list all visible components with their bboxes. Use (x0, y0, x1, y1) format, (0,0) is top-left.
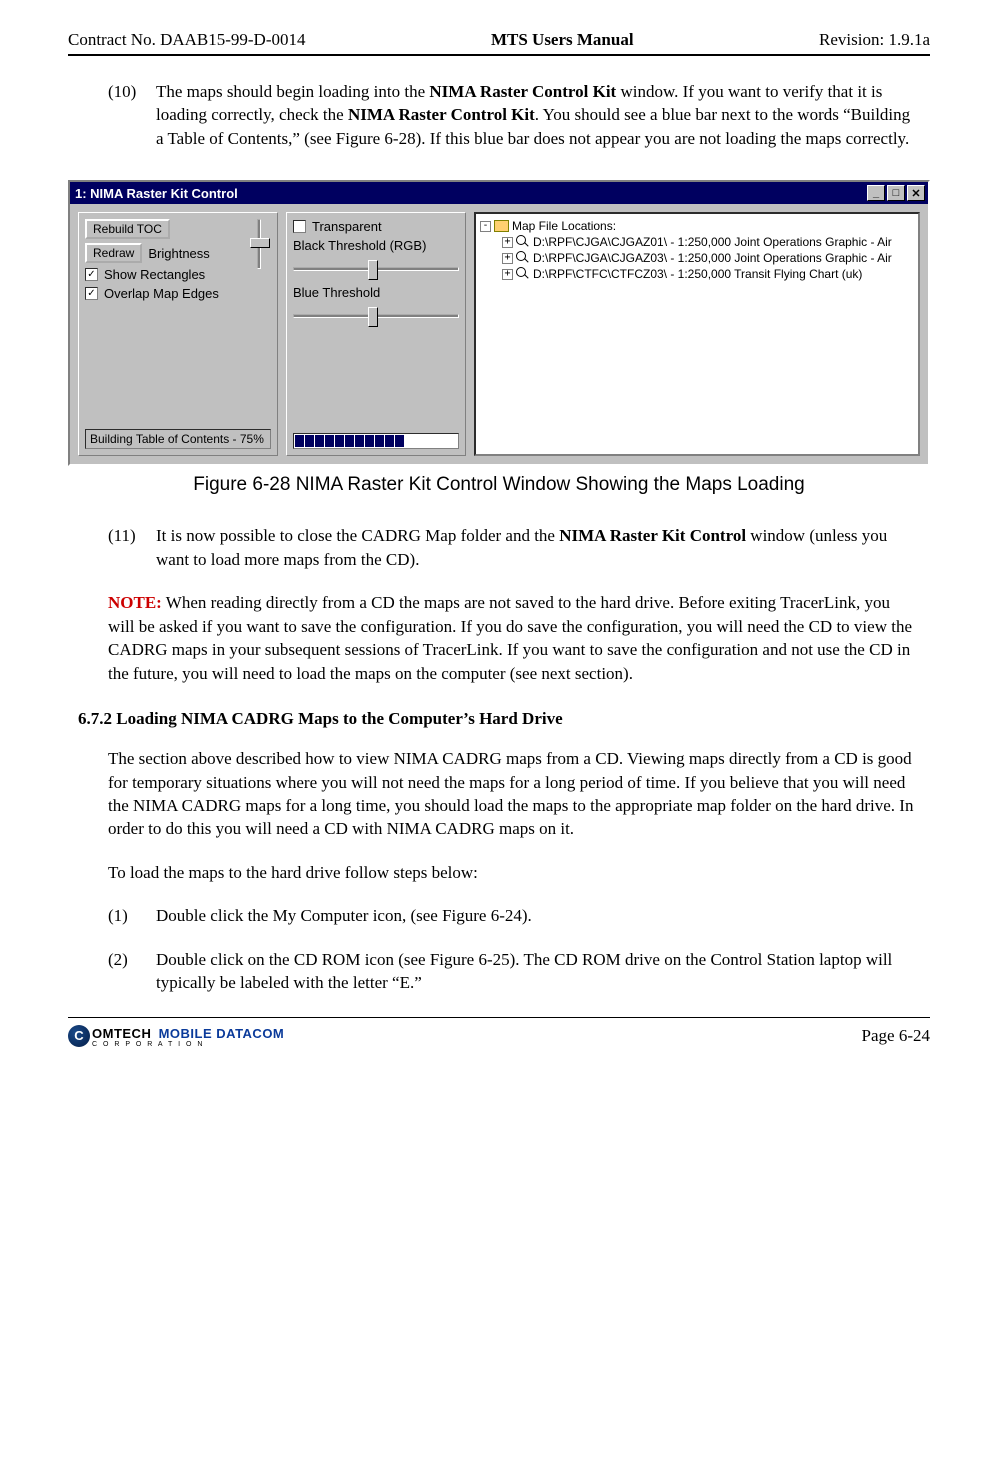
black-threshold-slider[interactable] (293, 257, 459, 281)
folder-icon (494, 220, 509, 232)
step-content: Double click the My Computer icon, (see … (156, 904, 920, 927)
tree-item-1[interactable]: + D:\RPF\CJGA\CJGAZ01\ - 1:250,000 Joint… (480, 234, 914, 250)
note-text: When reading directly from a CD the maps… (108, 593, 912, 682)
window-titlebar[interactable]: 1: NIMA Raster Kit Control _ □ ✕ (70, 182, 928, 204)
nima-raster-kit-window: 1: NIMA Raster Kit Control _ □ ✕ Rebuild… (68, 180, 930, 466)
magnifier-icon (516, 267, 530, 281)
tree-item-3[interactable]: + D:\RPF\CTFC\CTFCZ03\ - 1:250,000 Trans… (480, 266, 914, 282)
brightness-slider[interactable] (247, 219, 271, 269)
magnifier-icon (516, 235, 530, 249)
step-number: (10) (108, 80, 156, 150)
step-content: Double click on the CD ROM icon (see Fig… (156, 948, 920, 995)
show-rectangles-checkbox[interactable]: ✓ (85, 268, 98, 281)
transparent-checkbox[interactable] (293, 220, 306, 233)
middle-panel: Transparent Black Threshold (RGB) Blue T… (286, 212, 466, 456)
section-paragraph: The section above described how to view … (108, 747, 920, 841)
blue-threshold-slider[interactable] (293, 304, 459, 328)
overlap-edges-label: Overlap Map Edges (104, 286, 219, 301)
blue-threshold-label: Blue Threshold (293, 285, 459, 300)
left-panel: Rebuild TOC Redraw Brightness ✓ Show Rect… (78, 212, 278, 456)
expand-icon[interactable]: + (502, 253, 513, 264)
steps-intro: To load the maps to the hard drive follo… (108, 861, 920, 884)
footer-rule (68, 1017, 930, 1018)
transparent-label: Transparent (312, 219, 382, 234)
page-number: Page 6-24 (862, 1026, 930, 1046)
contract-number: Contract No. DAAB15-99-D-0014 (68, 30, 306, 50)
expand-icon[interactable]: + (502, 237, 513, 248)
page-footer: C OMTECH MOBILE DATACOM C O R P O R A T … (68, 1024, 930, 1048)
globe-icon: C (68, 1025, 90, 1047)
close-button[interactable]: ✕ (907, 185, 925, 201)
company-logo: C OMTECH MOBILE DATACOM C O R P O R A T … (68, 1024, 284, 1048)
note-block: NOTE: When reading directly from a CD th… (108, 591, 920, 685)
step-content: The maps should begin loading into the N… (156, 80, 920, 150)
collapse-icon[interactable]: - (480, 221, 491, 232)
black-threshold-label: Black Threshold (RGB) (293, 238, 459, 253)
tree-item-2[interactable]: + D:\RPF\CJGA\CJGAZ03\ - 1:250,000 Joint… (480, 250, 914, 266)
redraw-button[interactable]: Redraw (85, 243, 142, 263)
manual-title: MTS Users Manual (491, 30, 634, 50)
section-heading: 6.7.2 Loading NIMA CADRG Maps to the Com… (78, 709, 930, 729)
show-rectangles-label: Show Rectangles (104, 267, 205, 282)
note-label: NOTE: (108, 593, 162, 612)
status-text: Building Table of Contents - 75% (85, 429, 271, 449)
expand-icon[interactable]: + (502, 269, 513, 280)
step-10: (10) The maps should begin loading into … (108, 80, 920, 150)
maximize-button[interactable]: □ (887, 185, 905, 201)
rebuild-toc-button[interactable]: Rebuild TOC (85, 219, 170, 239)
step-number: (1) (108, 904, 156, 927)
progress-bar (293, 433, 459, 449)
tree-panel: - Map File Locations: + D:\RPF\CJGA\CJGA… (474, 212, 920, 456)
window-title: 1: NIMA Raster Kit Control (75, 186, 238, 201)
overlap-edges-checkbox[interactable]: ✓ (85, 287, 98, 300)
revision: Revision: 1.9.1a (819, 30, 930, 50)
brightness-label: Brightness (148, 246, 209, 261)
step-content: It is now possible to close the CADRG Ma… (156, 524, 920, 571)
step-1: (1) Double click the My Computer icon, (… (108, 904, 920, 927)
magnifier-icon (516, 251, 530, 265)
step-number: (2) (108, 948, 156, 995)
tree-root[interactable]: - Map File Locations: (480, 218, 914, 234)
step-11: (11) It is now possible to close the CAD… (108, 524, 920, 571)
minimize-button[interactable]: _ (867, 185, 885, 201)
step-2: (2) Double click on the CD ROM icon (see… (108, 948, 920, 995)
page-header: Contract No. DAAB15-99-D-0014 MTS Users … (68, 30, 930, 56)
step-number: (11) (108, 524, 156, 571)
figure-caption: Figure 6-28 NIMA Raster Kit Control Wind… (68, 474, 930, 496)
